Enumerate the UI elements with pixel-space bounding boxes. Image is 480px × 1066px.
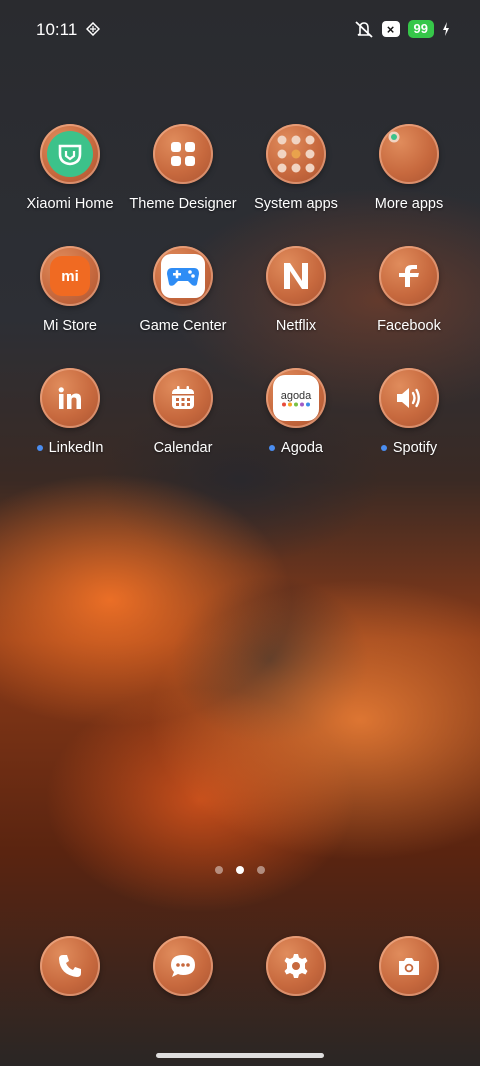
app-facebook[interactable]: Facebook (354, 246, 464, 334)
app-label: Mi Store (43, 318, 97, 334)
app-folder-system-apps[interactable]: System apps (241, 124, 351, 212)
status-icons: × 99 (354, 20, 450, 38)
settings-icon (266, 936, 326, 996)
notification-dot (380, 445, 387, 451)
netflix-n-icon (266, 246, 326, 306)
app-theme-designer[interactable]: Theme Designer (128, 124, 238, 212)
app-netflix[interactable]: Netflix (241, 246, 351, 334)
page-dot[interactable] (215, 866, 223, 874)
notification-dot (269, 445, 276, 451)
folder-icon (379, 124, 439, 184)
linkedin-icon (40, 368, 100, 428)
calendar-icon (153, 368, 213, 428)
app-calendar[interactable]: Calendar (128, 368, 238, 456)
app-xiaomi-home[interactable]: Xiaomi Home (15, 124, 125, 212)
app-linkedin[interactable]: LinkedIn (15, 368, 125, 456)
app-folder-more-apps[interactable]: More apps (354, 124, 464, 212)
app-mi-store[interactable]: mi Mi Store (15, 246, 125, 334)
app-label: Facebook (377, 318, 441, 334)
battery-indicator: 99 (407, 20, 434, 38)
app-label: Game Center (139, 318, 227, 334)
app-label: More apps (374, 196, 444, 212)
agoda-logo-text: agoda (280, 389, 312, 402)
x-badge-icon: × (381, 21, 400, 37)
status-bar: 10:11 × 99 (0, 0, 480, 60)
grid-squares-icon (153, 124, 213, 184)
app-label: Netflix (275, 318, 317, 334)
app-label: Theme Designer (129, 196, 237, 212)
speaker-icon (379, 368, 439, 428)
shield-icon (86, 22, 100, 36)
dock-phone[interactable] (40, 936, 100, 996)
dock-settings[interactable] (266, 936, 326, 996)
notification-dot (36, 445, 43, 451)
charging-icon (443, 22, 449, 36)
mi-store-icon: mi (40, 246, 100, 306)
dock-messages[interactable] (153, 936, 213, 996)
camera-icon (379, 936, 439, 996)
page-indicator (0, 866, 480, 874)
app-label: LinkedIn (15, 440, 125, 456)
page-dot-active[interactable] (236, 866, 244, 874)
page-dot[interactable] (257, 866, 265, 874)
app-label: System apps (254, 196, 338, 212)
app-spotify[interactable]: Spotify (354, 368, 464, 456)
mute-icon (354, 21, 373, 38)
app-label: Spotify (354, 440, 464, 456)
app-game-center[interactable]: Game Center (128, 246, 238, 334)
facebook-f-icon (379, 246, 439, 306)
gamepad-icon (153, 246, 213, 306)
message-icon (153, 936, 213, 996)
dock-camera[interactable] (379, 936, 439, 996)
app-agoda[interactable]: agoda Agoda (241, 368, 351, 456)
app-label: Xiaomi Home (26, 196, 114, 212)
phone-icon (40, 936, 100, 996)
status-time: 10:11 (36, 20, 78, 39)
agoda-icon: agoda (266, 368, 326, 428)
mi-logo-text: mi (61, 267, 79, 285)
xiaomi-home-icon (40, 124, 100, 184)
folder-icon (266, 124, 326, 184)
home-gesture-bar[interactable] (156, 1053, 324, 1058)
app-label: Calendar (153, 440, 213, 456)
app-label: Agoda (241, 440, 351, 456)
